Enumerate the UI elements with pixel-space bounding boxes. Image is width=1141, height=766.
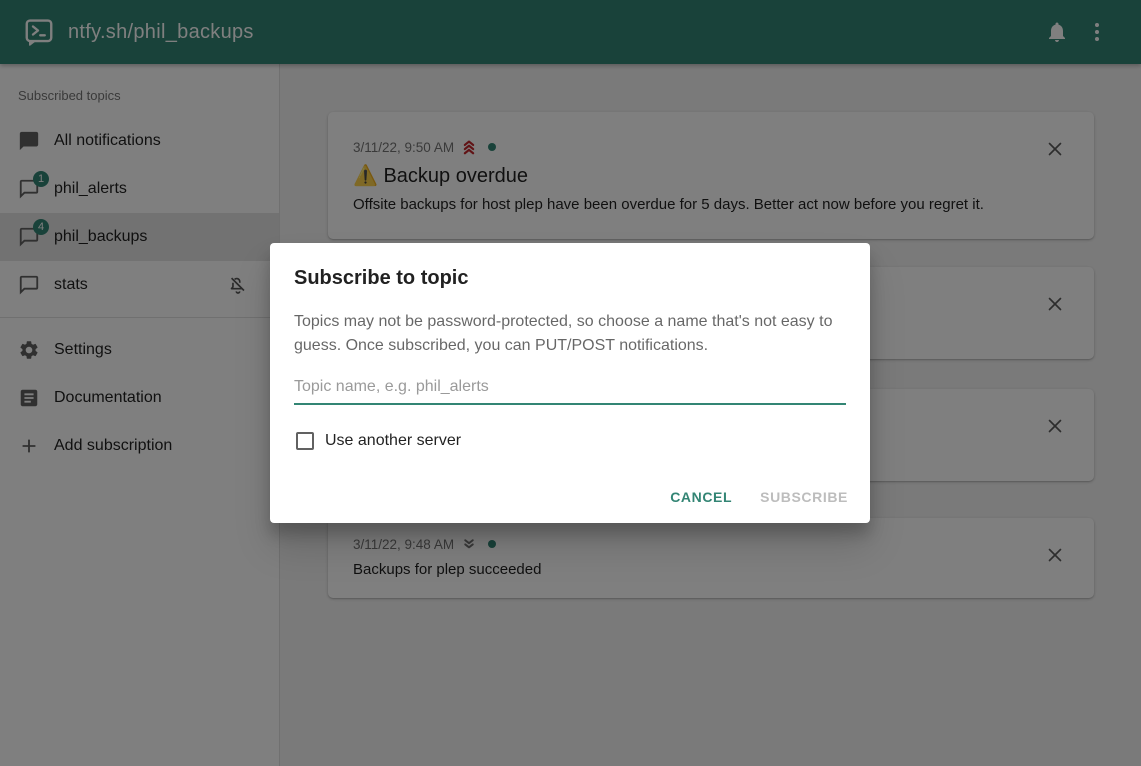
topic-name-input[interactable] bbox=[294, 372, 846, 405]
dialog-title: Subscribe to topic bbox=[294, 267, 846, 290]
cancel-button[interactable]: CANCEL bbox=[656, 479, 746, 515]
subscribe-dialog: Subscribe to topic Topics may not be pas… bbox=[270, 243, 870, 523]
subscribe-button[interactable]: SUBSCRIBE bbox=[746, 479, 862, 515]
use-another-server-option[interactable]: Use another server bbox=[294, 432, 846, 450]
checkbox-unchecked-icon[interactable] bbox=[296, 432, 314, 450]
ntfy-app: ntfy.sh/phil_backups Subscribed topics A… bbox=[0, 0, 1141, 766]
dialog-actions: CANCEL SUBSCRIBE bbox=[656, 479, 862, 515]
dialog-description: Topics may not be password-protected, so… bbox=[294, 310, 846, 358]
checkbox-label: Use another server bbox=[325, 432, 461, 450]
